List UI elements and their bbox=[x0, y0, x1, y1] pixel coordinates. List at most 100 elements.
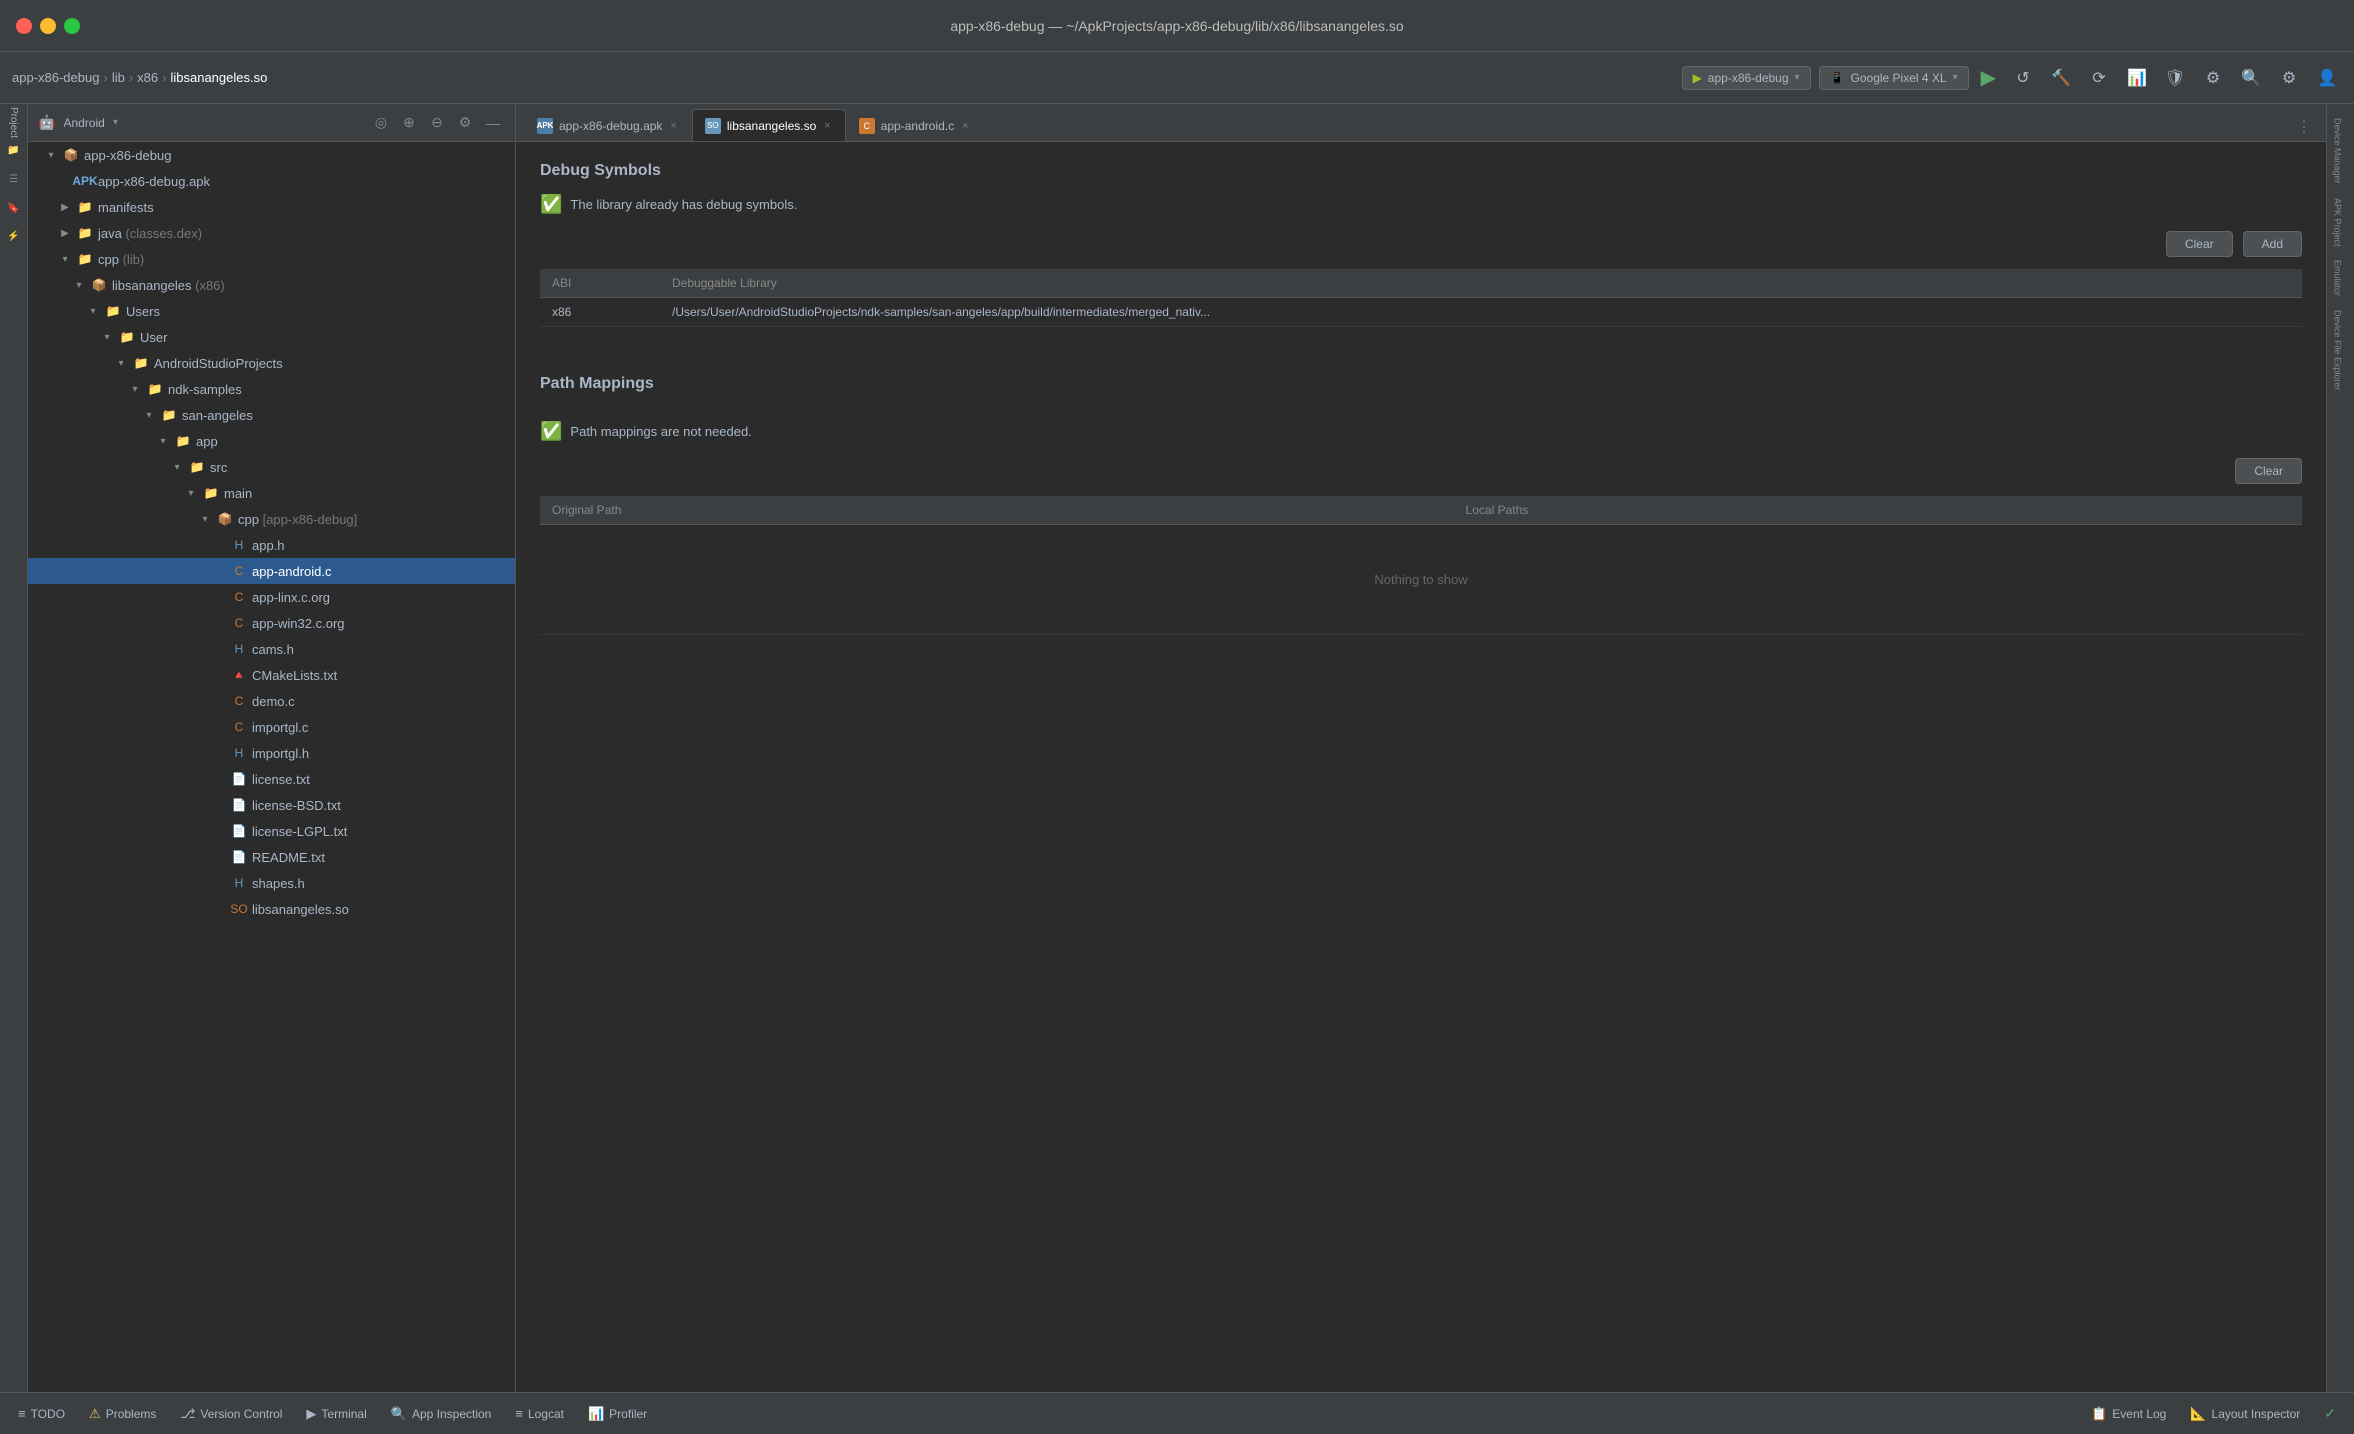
tree-item-app-android-c[interactable]: C app-android.c bbox=[28, 558, 515, 584]
folder-icon: 📁 bbox=[132, 354, 150, 372]
device-file-explorer-icon[interactable]: Device File Explorer bbox=[2330, 304, 2352, 397]
txt-file-icon: 📄 bbox=[230, 770, 248, 788]
tab-so-close[interactable]: × bbox=[822, 120, 832, 132]
tree-item-importgl-c[interactable]: C importgl.c bbox=[28, 714, 515, 740]
tree-item-san-angeles[interactable]: ▾ 📁 san-angeles bbox=[28, 402, 515, 428]
layout-inspector-icon: 📐 bbox=[2190, 1406, 2206, 1422]
emulator-selector[interactable]: 📱 Google Pixel 4 XL ▾ bbox=[1819, 66, 1969, 90]
layout-inspector-button[interactable]: 📐 Layout Inspector bbox=[2180, 1402, 2310, 1426]
tree-item-java[interactable]: ▶ 📁 java (classes.dex) bbox=[28, 220, 515, 246]
tree-item-shapes-h[interactable]: H shapes.h bbox=[28, 870, 515, 896]
sync-button[interactable]: ⟳ bbox=[2084, 63, 2114, 93]
tree-item-app[interactable]: ▾ 📁 app bbox=[28, 428, 515, 454]
panel-dropdown-arrow[interactable]: ▾ bbox=[113, 117, 118, 128]
tree-item-manifests[interactable]: ▶ 📁 manifests bbox=[28, 194, 515, 220]
tabs-more-button[interactable]: ⋮ bbox=[2290, 113, 2318, 141]
event-log-button[interactable]: 📋 Event Log bbox=[2081, 1402, 2176, 1426]
c-file-icon: C bbox=[230, 588, 248, 606]
tree-item-license-bsd-txt[interactable]: 📄 license-BSD.txt bbox=[28, 792, 515, 818]
breadcrumb-file[interactable]: libsanangeles.so bbox=[170, 70, 267, 85]
tree-item-ndk-samples[interactable]: ▾ 📁 ndk-samples bbox=[28, 376, 515, 402]
tree-item-apk[interactable]: APK app-x86-debug.apk bbox=[28, 168, 515, 194]
add-debug-button[interactable]: Add bbox=[2243, 231, 2302, 257]
todo-button[interactable]: ≡ TODO bbox=[8, 1402, 75, 1425]
breadcrumb-x86[interactable]: x86 bbox=[137, 70, 158, 85]
tree-item-users[interactable]: ▾ 📁 Users bbox=[28, 298, 515, 324]
account-button[interactable]: 👤 bbox=[2312, 63, 2342, 93]
module-icon: 📦 bbox=[62, 146, 80, 164]
logcat-button[interactable]: ≡ Logcat bbox=[505, 1402, 574, 1425]
device-manager-icon[interactable]: Device Manager bbox=[2330, 112, 2352, 190]
tab-apk-close[interactable]: × bbox=[668, 120, 678, 132]
tree-item-libsanangeles[interactable]: ▾ 📦 libsanangeles (x86) bbox=[28, 272, 515, 298]
clear-debug-button[interactable]: Clear bbox=[2166, 231, 2233, 257]
version-control-button[interactable]: ⎇ Version Control bbox=[170, 1402, 292, 1426]
problems-button[interactable]: ⚠ Problems bbox=[79, 1402, 166, 1426]
expand-all-button[interactable]: ⊕ bbox=[397, 111, 421, 135]
structure-icon[interactable]: ☰ bbox=[3, 168, 25, 190]
tree-item-app-win32-c-org[interactable]: C app-win32.c.org bbox=[28, 610, 515, 636]
refresh-button[interactable]: ↺ bbox=[2008, 63, 2038, 93]
settings-panel-button[interactable]: ⚙ bbox=[453, 111, 477, 135]
tree-item-demo-c[interactable]: C demo.c bbox=[28, 688, 515, 714]
tree-item-libsanangeles-so[interactable]: SO libsanangeles.so bbox=[28, 896, 515, 922]
tree-item-readme-txt[interactable]: 📄 README.txt bbox=[28, 844, 515, 870]
run-button[interactable]: ▶ bbox=[1977, 61, 2000, 94]
profiler-button[interactable]: 📊 bbox=[2122, 63, 2152, 93]
tree-item-app-x86-debug[interactable]: ▾ 📦 app-x86-debug bbox=[28, 142, 515, 168]
build-variants-icon[interactable]: ⚡ bbox=[3, 224, 25, 246]
tab-so[interactable]: SO libsanangeles.so × bbox=[692, 109, 846, 141]
search-button[interactable]: 🔍 bbox=[2236, 63, 2266, 93]
project-icon[interactable]: Project bbox=[3, 112, 25, 134]
breadcrumb-lib[interactable]: lib bbox=[112, 70, 125, 85]
tree-item-cpp-app-x86[interactable]: ▾ 📦 cpp [app-x86-debug] bbox=[28, 506, 515, 532]
profiler-bottom-button[interactable]: 📊 Profiler bbox=[578, 1402, 657, 1426]
apk-project-icon[interactable]: APK Project bbox=[2330, 192, 2352, 253]
tab-apk[interactable]: APK app-x86-debug.apk × bbox=[524, 109, 692, 141]
c-file-icon: C bbox=[230, 692, 248, 710]
tree-item-user[interactable]: ▾ 📁 User bbox=[28, 324, 515, 350]
tree-item-app-linx-c-org[interactable]: C app-linx.c.org bbox=[28, 584, 515, 610]
settings-button[interactable]: ⚙ bbox=[2198, 63, 2228, 93]
tree-item-cams-h[interactable]: H cams.h bbox=[28, 636, 515, 662]
coverage-button[interactable]: 🛡 bbox=[2160, 63, 2190, 93]
tab-c[interactable]: C app-android.c × bbox=[846, 109, 984, 141]
resource-manager-icon[interactable]: 📁 bbox=[3, 140, 25, 162]
tree-item-license-lgpl-txt[interactable]: 📄 license-LGPL.txt bbox=[28, 818, 515, 844]
breadcrumb-app[interactable]: app-x86-debug bbox=[12, 70, 99, 85]
file-tree[interactable]: ▾ 📦 app-x86-debug APK app-x86-debug.apk … bbox=[28, 142, 515, 1392]
profiler-label: Profiler bbox=[609, 1407, 647, 1421]
tree-arrow: ▶ bbox=[58, 202, 72, 213]
app-inspection-button[interactable]: 🔍 App Inspection bbox=[381, 1402, 502, 1426]
close-button[interactable] bbox=[16, 18, 32, 34]
close-panel-button[interactable]: — bbox=[481, 111, 505, 135]
tree-item-src[interactable]: ▾ 📁 src bbox=[28, 454, 515, 480]
bookmarks-icon[interactable]: 🔖 bbox=[3, 196, 25, 218]
tree-item-androidstudioprojects[interactable]: ▾ 📁 AndroidStudioProjects bbox=[28, 350, 515, 376]
minimize-button[interactable] bbox=[40, 18, 56, 34]
device-config-selector[interactable]: ▶ app-x86-debug ▾ bbox=[1682, 66, 1811, 90]
tree-label: libsanangeles (x86) bbox=[112, 278, 515, 293]
tab-c-close[interactable]: × bbox=[960, 120, 970, 132]
device-config-dropdown-icon: ▾ bbox=[1795, 72, 1800, 83]
tree-item-license-txt[interactable]: 📄 license.txt bbox=[28, 766, 515, 792]
maximize-button[interactable] bbox=[64, 18, 80, 34]
tree-item-cpp-lib[interactable]: ▾ 📁 cpp (lib) bbox=[28, 246, 515, 272]
txt-file-icon: 📄 bbox=[230, 822, 248, 840]
preferences-button[interactable]: ⚙ bbox=[2274, 63, 2304, 93]
folder-icon: 📁 bbox=[76, 224, 94, 242]
tree-label: shapes.h bbox=[252, 876, 515, 891]
locate-file-button[interactable]: ◎ bbox=[369, 111, 393, 135]
collapse-all-button[interactable]: ⊖ bbox=[425, 111, 449, 135]
tree-arrow: ▾ bbox=[44, 150, 58, 161]
tree-item-importgl-h[interactable]: H importgl.h bbox=[28, 740, 515, 766]
tree-item-main[interactable]: ▾ 📁 main bbox=[28, 480, 515, 506]
emulator-sidebar-icon[interactable]: Emulator bbox=[2330, 254, 2352, 302]
table-row[interactable]: x86 /Users/User/AndroidStudioProjects/nd… bbox=[540, 298, 2302, 327]
tree-item-app-h[interactable]: H app.h bbox=[28, 532, 515, 558]
terminal-button[interactable]: ▶ Terminal bbox=[296, 1402, 376, 1426]
so-file-icon: SO bbox=[230, 900, 248, 918]
tree-item-cmakelists[interactable]: 🔺 CMakeLists.txt bbox=[28, 662, 515, 688]
build-button[interactable]: 🔨 bbox=[2046, 63, 2076, 93]
clear-paths-button[interactable]: Clear bbox=[2235, 458, 2302, 484]
